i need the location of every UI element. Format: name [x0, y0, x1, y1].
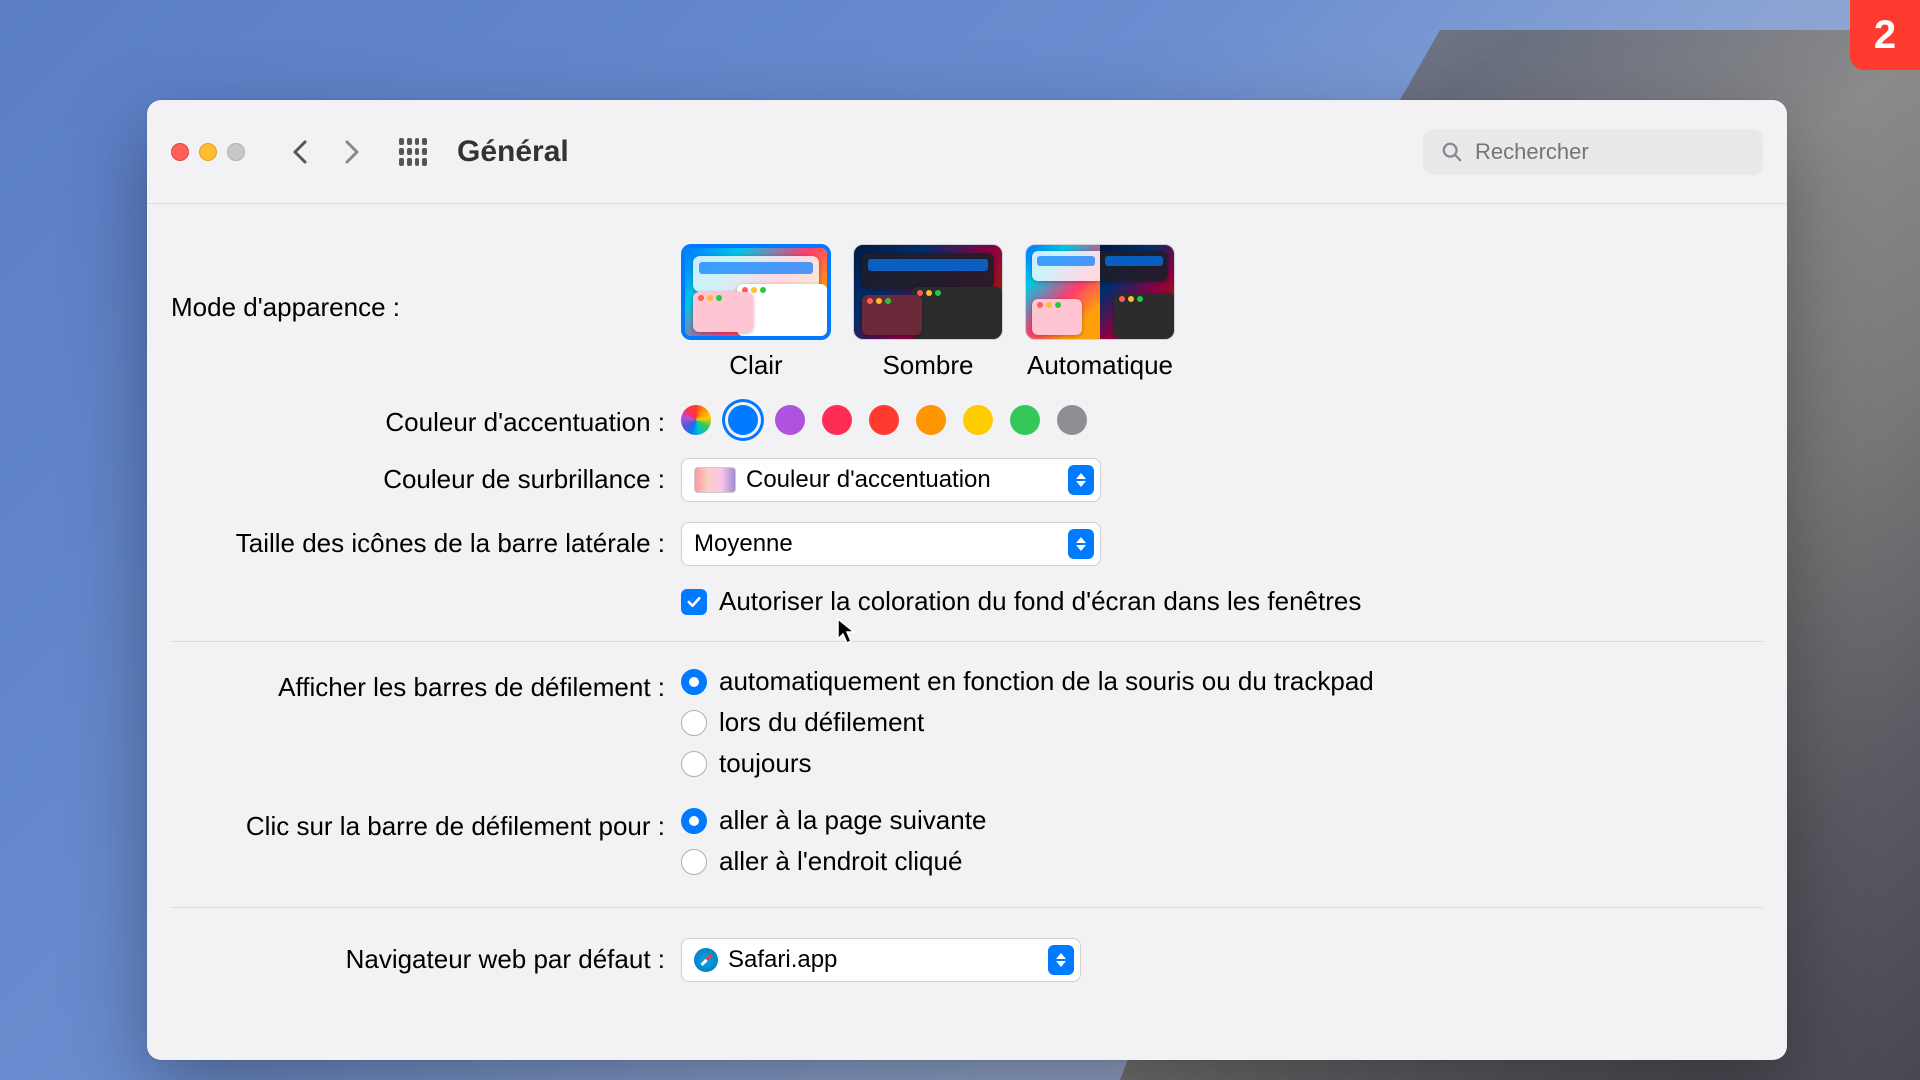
preferences-window: Général Mode d'apparence : — [147, 100, 1787, 1060]
scroll-click-option-label: aller à l'endroit cliqué — [719, 846, 962, 877]
search-icon — [1441, 141, 1463, 163]
accent-swatch-purple[interactable] — [775, 405, 805, 435]
accent-swatch-blue[interactable] — [728, 405, 758, 435]
sidebar-size-value: Moyenne — [694, 530, 793, 558]
forward-button — [333, 134, 369, 170]
accent-color-label: Couleur d'accentuation : — [171, 401, 681, 438]
highlight-color-label: Couleur de surbrillance : — [171, 458, 681, 495]
scroll-click-radio-nextpage[interactable] — [681, 808, 707, 834]
zoom-button — [227, 143, 245, 161]
scroll-click-option-label: aller à la page suivante — [719, 805, 986, 836]
close-button[interactable] — [171, 143, 189, 161]
accent-swatch-multicolor[interactable] — [681, 405, 711, 435]
section-divider — [171, 641, 1763, 642]
appearance-option-label: Sombre — [853, 350, 1003, 381]
appearance-option-auto[interactable]: Automatique — [1025, 244, 1175, 381]
safari-icon — [694, 948, 718, 972]
appearance-option-dark[interactable]: Sombre — [853, 244, 1003, 381]
sidebar-size-label: Taille des icônes de la barre latérale : — [171, 522, 681, 559]
highlight-preview-icon — [694, 467, 736, 493]
back-button[interactable] — [283, 134, 319, 170]
default-browser-value: Safari.app — [728, 946, 837, 974]
search-input[interactable] — [1475, 139, 1745, 165]
appearance-option-light[interactable]: Clair — [681, 244, 831, 381]
chevron-up-down-icon — [1068, 465, 1094, 495]
wallpaper-tinting-label: Autoriser la coloration du fond d'écran … — [719, 586, 1361, 617]
scrollbars-label: Afficher les barres de défilement : — [171, 666, 681, 703]
default-browser-popup[interactable]: Safari.app — [681, 938, 1081, 982]
default-browser-label: Navigateur web par défaut : — [171, 938, 681, 975]
accent-swatch-red[interactable] — [869, 405, 899, 435]
chevron-up-down-icon — [1048, 945, 1074, 975]
search-field[interactable] — [1423, 129, 1763, 175]
title-bar: Général — [147, 100, 1787, 204]
sidebar-size-popup[interactable]: Moyenne — [681, 522, 1101, 566]
show-all-icon[interactable] — [399, 138, 427, 166]
accent-swatch-yellow[interactable] — [963, 405, 993, 435]
scroll-click-label: Clic sur la barre de défilement pour : — [171, 805, 681, 842]
highlight-color-value: Couleur d'accentuation — [746, 466, 991, 494]
scrollbars-radio-auto[interactable] — [681, 669, 707, 695]
scrollbars-option-label: automatiquement en fonction de la souris… — [719, 666, 1374, 697]
scroll-click-radio-jump[interactable] — [681, 849, 707, 875]
appearance-option-label: Automatique — [1025, 350, 1175, 381]
cursor-icon — [837, 618, 857, 646]
accent-swatch-orange[interactable] — [916, 405, 946, 435]
section-divider — [171, 907, 1763, 908]
traffic-lights — [171, 143, 245, 161]
accent-swatch-green[interactable] — [1010, 405, 1040, 435]
step-badge: 2 — [1850, 0, 1920, 70]
accent-swatch-gray[interactable] — [1057, 405, 1087, 435]
scrollbars-option-label: toujours — [719, 748, 812, 779]
highlight-color-popup[interactable]: Couleur d'accentuation — [681, 458, 1101, 502]
appearance-label: Mode d'apparence : — [171, 244, 681, 323]
scrollbars-radio-scrolling[interactable] — [681, 710, 707, 736]
appearance-option-label: Clair — [681, 350, 831, 381]
wallpaper-tinting-checkbox[interactable] — [681, 589, 707, 615]
window-title: Général — [457, 135, 569, 169]
scrollbars-radio-always[interactable] — [681, 751, 707, 777]
chevron-up-down-icon — [1068, 529, 1094, 559]
scrollbars-option-label: lors du défilement — [719, 707, 924, 738]
accent-swatch-pink[interactable] — [822, 405, 852, 435]
minimize-button[interactable] — [199, 143, 217, 161]
